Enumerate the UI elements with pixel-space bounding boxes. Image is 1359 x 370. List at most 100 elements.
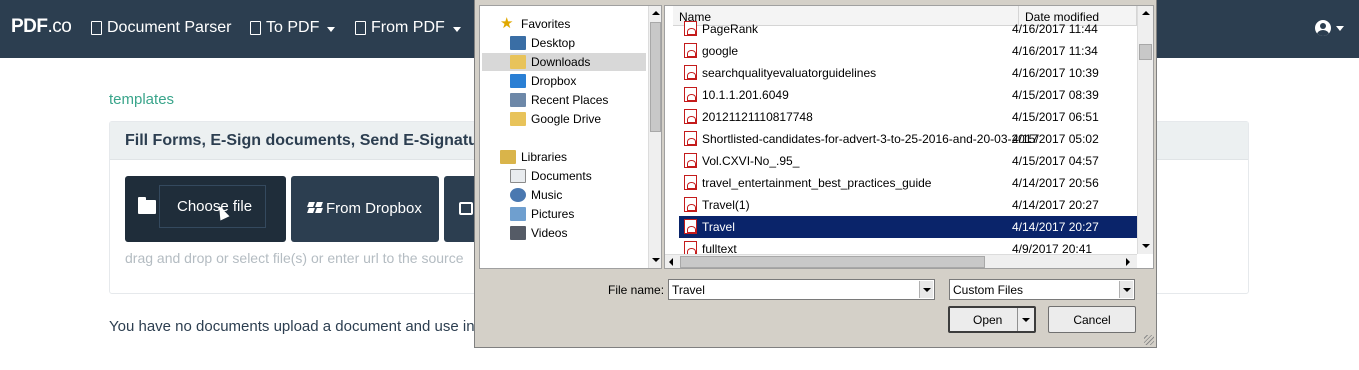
documents-icon — [510, 169, 526, 183]
nav-google-drive[interactable]: Google Drive — [510, 110, 601, 128]
nav-to-pdf-label: To PDF — [266, 19, 320, 36]
nav-desktop[interactable]: Desktop — [510, 34, 575, 52]
file-type-dropdown-icon[interactable] — [1119, 281, 1133, 298]
nav-dropbox[interactable]: Dropbox — [510, 72, 576, 90]
nav-favorites-label: Favorites — [521, 17, 571, 31]
templates-link[interactable]: templates — [109, 91, 174, 108]
file-row[interactable]: 20121121110817748 4/15/2017 06:51 — [679, 106, 1139, 128]
navigation-pane[interactable]: ★ Favorites Desktop Downloads Dropbox Re… — [479, 5, 662, 269]
nav-from-pdf-label: From PDF — [371, 19, 445, 36]
user-circle-icon — [1315, 20, 1331, 36]
google-drive-icon — [510, 112, 526, 126]
file-list[interactable]: Name Date modified PageRank 4/16/2017 11:… — [664, 5, 1154, 269]
nav-desktop-label: Desktop — [531, 36, 576, 50]
file-date-cell: 4/14/2017 20:27 — [1012, 220, 1099, 234]
nav-documents[interactable]: Documents — [510, 167, 592, 185]
from-dropbox-button[interactable]: From Dropbox — [291, 176, 439, 242]
file-date-cell: 4/15/2017 04:57 — [1012, 154, 1099, 168]
file-name-cell: PageRank — [702, 22, 759, 36]
scroll-up-arrow-icon[interactable] — [652, 11, 660, 15]
scroll-left-arrow-icon[interactable] — [669, 258, 673, 266]
file-name-cell: Travel(1) — [702, 198, 750, 212]
file-name-cell: google — [702, 44, 739, 58]
file-date-cell: 4/16/2017 11:34 — [1012, 44, 1098, 58]
file-row[interactable]: Travel 4/14/2017 20:27 — [679, 216, 1139, 238]
scrollbar-thumb[interactable] — [680, 256, 985, 268]
file-row[interactable]: searchqualityevaluatorguidelines 4/16/201… — [679, 62, 1139, 84]
choose-file-button[interactable]: Choose file — [125, 176, 286, 242]
open-button[interactable]: Open — [948, 306, 1036, 333]
file-name-cell: Vol.CXVI-No_.95_ — [702, 154, 800, 168]
file-row[interactable]: 10.1.1.201.6049 4/15/2017 08:39 — [679, 84, 1139, 106]
file-list-vscrollbar[interactable] — [1137, 6, 1153, 254]
nav-from-pdf[interactable]: From PDF — [355, 19, 461, 37]
file-name-cell: Travel — [702, 220, 735, 234]
dropbox-icon — [510, 74, 526, 88]
file-row[interactable]: Travel(1) 4/14/2017 20:27 — [679, 194, 1139, 216]
brand-logo[interactable]: PDF.co — [11, 16, 72, 38]
nav-google-drive-label: Google Drive — [531, 112, 602, 126]
brand-main-text: PDF — [11, 16, 48, 37]
file-row[interactable]: Shortlisted-candidates-for-advert-3-to-2… — [679, 128, 1139, 150]
cancel-button[interactable]: Cancel — [1048, 306, 1136, 333]
nav-to-pdf[interactable]: To PDF — [250, 19, 336, 37]
edit-icon — [459, 202, 473, 215]
file-name-cell: Shortlisted-candidates-for-advert-3-to-2… — [702, 132, 1039, 146]
resize-grip-icon[interactable] — [1144, 335, 1154, 345]
caret-down-icon — [1336, 25, 1344, 31]
scroll-down-arrow-icon[interactable] — [652, 258, 660, 262]
nav-recent-places-label: Recent Places — [531, 93, 609, 107]
file-row[interactable]: Vol.CXVI-No_.95_ 4/15/2017 04:57 — [679, 150, 1139, 172]
pdf-file-icon — [684, 197, 697, 212]
pictures-icon — [510, 207, 526, 221]
nav-libraries[interactable]: Libraries — [500, 148, 567, 166]
nav-dropbox-label: Dropbox — [531, 74, 577, 88]
scrollbar-thumb[interactable] — [1139, 44, 1152, 60]
nav-videos[interactable]: Videos — [510, 224, 567, 242]
pdf-file-icon — [684, 131, 697, 146]
pdf-file-icon — [684, 43, 697, 58]
file-row[interactable]: travel_entertainment_best_practices_guid… — [679, 172, 1139, 194]
pdf-file-icon — [355, 21, 366, 35]
navigation-pane-scrollbar[interactable] — [648, 6, 661, 268]
file-list-hscrollbar[interactable] — [665, 254, 1137, 268]
file-row[interactable]: PageRank 4/16/2017 11:44 — [679, 18, 1139, 40]
file-date-cell: 4/16/2017 10:39 — [1012, 66, 1099, 80]
file-date-cell: 4/14/2017 20:27 — [1012, 198, 1099, 212]
caret-down-icon — [452, 26, 461, 32]
file-name-value: Travel — [672, 283, 705, 297]
file-type-select[interactable]: Custom Files — [949, 279, 1135, 300]
scroll-up-arrow-icon[interactable] — [1142, 11, 1150, 15]
file-row[interactable]: google 4/16/2017 11:34 — [679, 40, 1139, 62]
nav-downloads[interactable]: Downloads — [482, 53, 646, 71]
nav-pictures[interactable]: Pictures — [510, 205, 574, 223]
scrollbar-thumb[interactable] — [650, 22, 661, 132]
file-name-input[interactable]: Travel — [668, 279, 935, 300]
nav-recent-places[interactable]: Recent Places — [510, 91, 608, 109]
nav-favorites[interactable]: ★ Favorites — [500, 15, 570, 33]
user-menu[interactable] — [1315, 20, 1344, 36]
nav-libraries-label: Libraries — [521, 150, 568, 164]
nav-document-parser-label: Document Parser — [107, 19, 232, 36]
nav-document-parser[interactable]: Document Parser — [91, 19, 232, 37]
recent-places-icon — [510, 93, 526, 107]
pdf-file-icon — [684, 65, 697, 80]
pdf-file-icon — [684, 21, 697, 36]
caret-down-icon — [327, 26, 336, 32]
desktop-icon — [510, 36, 526, 50]
pdf-file-icon — [684, 109, 697, 124]
scroll-right-arrow-icon[interactable] — [1126, 258, 1130, 266]
music-icon — [510, 188, 526, 202]
star-icon: ★ — [500, 15, 514, 32]
nav-music[interactable]: Music — [510, 186, 562, 204]
scroll-down-arrow-icon[interactable] — [1142, 244, 1150, 248]
pdf-file-icon — [684, 153, 697, 168]
open-split-dropdown-icon[interactable] — [1017, 308, 1034, 331]
file-date-cell: 4/16/2017 11:44 — [1012, 22, 1098, 36]
file-type-value: Custom Files — [953, 283, 1024, 297]
pdf-file-icon — [684, 219, 697, 234]
pdf-file-icon — [684, 87, 697, 102]
nav-videos-label: Videos — [531, 226, 568, 240]
brand-suffix-text: .co — [47, 16, 72, 37]
file-name-dropdown-icon[interactable] — [919, 281, 933, 298]
